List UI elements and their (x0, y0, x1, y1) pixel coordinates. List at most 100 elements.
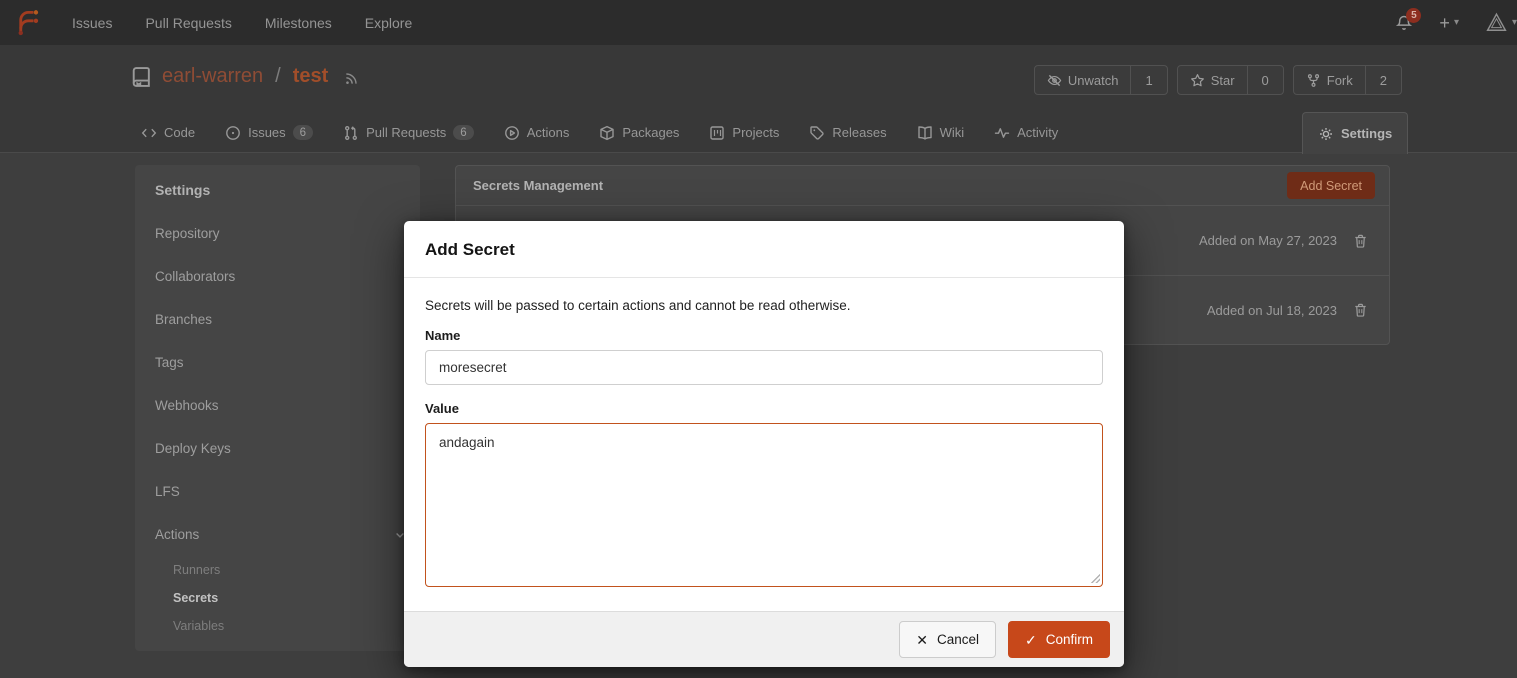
cancel-button[interactable]: ✕ Cancel (899, 621, 996, 658)
cancel-label: Cancel (937, 632, 979, 647)
tab-label: Issues (248, 125, 286, 140)
repo-owner-link[interactable]: earl-warren (162, 65, 263, 88)
tab-label: Actions (527, 125, 570, 140)
nav-issues-link[interactable]: Issues (72, 15, 112, 31)
repo-separator: / (275, 65, 281, 88)
check-icon: ✓ (1025, 633, 1037, 647)
secret-name-input[interactable] (425, 350, 1103, 385)
tag-icon (809, 125, 825, 141)
add-secret-button[interactable]: Add Secret (1287, 172, 1375, 199)
modal-description: Secrets will be passed to certain action… (425, 298, 1103, 313)
settings-sidebar: Settings Repository Collaborators Branch… (135, 165, 420, 651)
gear-icon (1318, 126, 1334, 142)
pull-request-icon (343, 125, 359, 141)
repository-icon (130, 66, 152, 88)
book-open-icon (917, 125, 933, 141)
tab-releases[interactable]: Releases (798, 115, 897, 151)
user-menu-button[interactable]: ▾ (1485, 11, 1517, 34)
confirm-button[interactable]: ✓ Confirm (1008, 621, 1110, 658)
tab-actions[interactable]: Actions (493, 115, 581, 151)
watch-button-group: Unwatch 1 (1034, 65, 1168, 95)
tab-label: Pull Requests (366, 125, 446, 140)
forgejo-repo-settings-page: Issues Pull Requests Milestones Explore … (0, 0, 1517, 678)
secret-value-textarea[interactable]: andagain (425, 423, 1103, 587)
tab-label: Packages (622, 125, 679, 140)
fork-button-group: Fork 2 (1293, 65, 1402, 95)
forgejo-logo-icon[interactable] (13, 8, 41, 38)
sidebar-item-webhooks[interactable]: Webhooks (135, 384, 420, 427)
value-label: Value (425, 401, 1103, 416)
notification-count-badge: 5 (1406, 8, 1421, 23)
stars-count[interactable]: 0 (1247, 66, 1283, 94)
secrets-panel-title: Secrets Management (473, 178, 603, 193)
modal-title: Add Secret (404, 221, 1124, 278)
project-board-icon (709, 125, 725, 141)
nav-explore-link[interactable]: Explore (365, 15, 412, 31)
sidebar-item-runners[interactable]: Runners (135, 556, 420, 584)
create-new-button[interactable]: + ▾ (1439, 14, 1459, 32)
tab-wiki[interactable]: Wiki (906, 115, 976, 151)
sidebar-item-actions[interactable]: Actions (135, 513, 420, 556)
unwatch-button[interactable]: Unwatch (1035, 66, 1131, 94)
eye-slash-icon (1047, 73, 1062, 88)
tab-label: Code (164, 125, 195, 140)
tab-issues[interactable]: Issues 6 (214, 115, 324, 151)
sidebar-item-collaborators[interactable]: Collaborators (135, 255, 420, 298)
name-label: Name (425, 328, 1103, 343)
star-icon (1190, 73, 1205, 88)
fork-label: Fork (1327, 73, 1353, 88)
rss-icon[interactable] (344, 71, 359, 86)
secrets-panel-header: Secrets Management Add Secret (456, 166, 1389, 206)
tab-label: Settings (1341, 126, 1392, 141)
sidebar-item-branches[interactable]: Branches (135, 298, 420, 341)
repo-title: earl-warren / test (130, 65, 359, 88)
fork-button[interactable]: Fork (1294, 66, 1365, 94)
tab-packages[interactable]: Packages (588, 115, 690, 151)
tab-activity[interactable]: Activity (983, 115, 1069, 151)
repo-tab-bar: Code Issues 6 Pull Requests 6 (130, 112, 1069, 153)
sidebar-item-repository[interactable]: Repository (135, 212, 420, 255)
tab-projects[interactable]: Projects (698, 115, 790, 151)
nav-milestones-link[interactable]: Milestones (265, 15, 332, 31)
navbar-links: Issues Pull Requests Milestones Explore (72, 15, 412, 31)
trash-icon[interactable] (1353, 233, 1368, 249)
chevron-down-icon: ▾ (1454, 17, 1459, 28)
code-icon (141, 125, 157, 141)
fork-icon (1306, 73, 1321, 88)
watchers-count[interactable]: 1 (1130, 66, 1166, 94)
avatar (1485, 11, 1508, 34)
tab-label: Projects (732, 125, 779, 140)
repo-action-buttons: Unwatch 1 Star 0 (1034, 65, 1402, 95)
unwatch-label: Unwatch (1068, 73, 1119, 88)
modal-body: Secrets will be passed to certain action… (404, 278, 1124, 587)
tab-settings[interactable]: Settings (1302, 112, 1408, 154)
notifications-button[interactable]: 5 (1395, 14, 1413, 32)
sidebar-title: Settings (135, 167, 420, 212)
star-button-group: Star 0 (1177, 65, 1284, 95)
secret-value-wrap: andagain (425, 423, 1103, 587)
play-circle-icon (504, 125, 520, 141)
forks-count[interactable]: 2 (1365, 66, 1401, 94)
sidebar-item-variables[interactable]: Variables (135, 612, 420, 640)
sidebar-item-secrets[interactable]: Secrets (135, 584, 420, 612)
sidebar-item-deploy-keys[interactable]: Deploy Keys (135, 427, 420, 470)
sidebar-item-tags[interactable]: Tags (135, 341, 420, 384)
package-icon (599, 125, 615, 141)
modal-footer: ✕ Cancel ✓ Confirm (404, 611, 1124, 667)
confirm-label: Confirm (1046, 632, 1093, 647)
repo-name-link[interactable]: test (293, 65, 329, 88)
chevron-down-icon: ▾ (1512, 17, 1517, 28)
top-navbar: Issues Pull Requests Milestones Explore … (0, 0, 1517, 45)
nav-pull-requests-link[interactable]: Pull Requests (145, 15, 231, 31)
sidebar-item-lfs[interactable]: LFS (135, 470, 420, 513)
sidebar-item-label: Actions (155, 527, 199, 542)
pulse-icon (994, 125, 1010, 141)
plus-icon: + (1439, 14, 1450, 32)
issue-icon (225, 125, 241, 141)
trash-icon[interactable] (1353, 302, 1368, 318)
issues-count-badge: 6 (293, 125, 313, 140)
tab-code[interactable]: Code (130, 115, 206, 151)
pull-requests-count-badge: 6 (453, 125, 473, 140)
star-button[interactable]: Star (1178, 66, 1247, 94)
tab-pull-requests[interactable]: Pull Requests 6 (332, 115, 485, 151)
